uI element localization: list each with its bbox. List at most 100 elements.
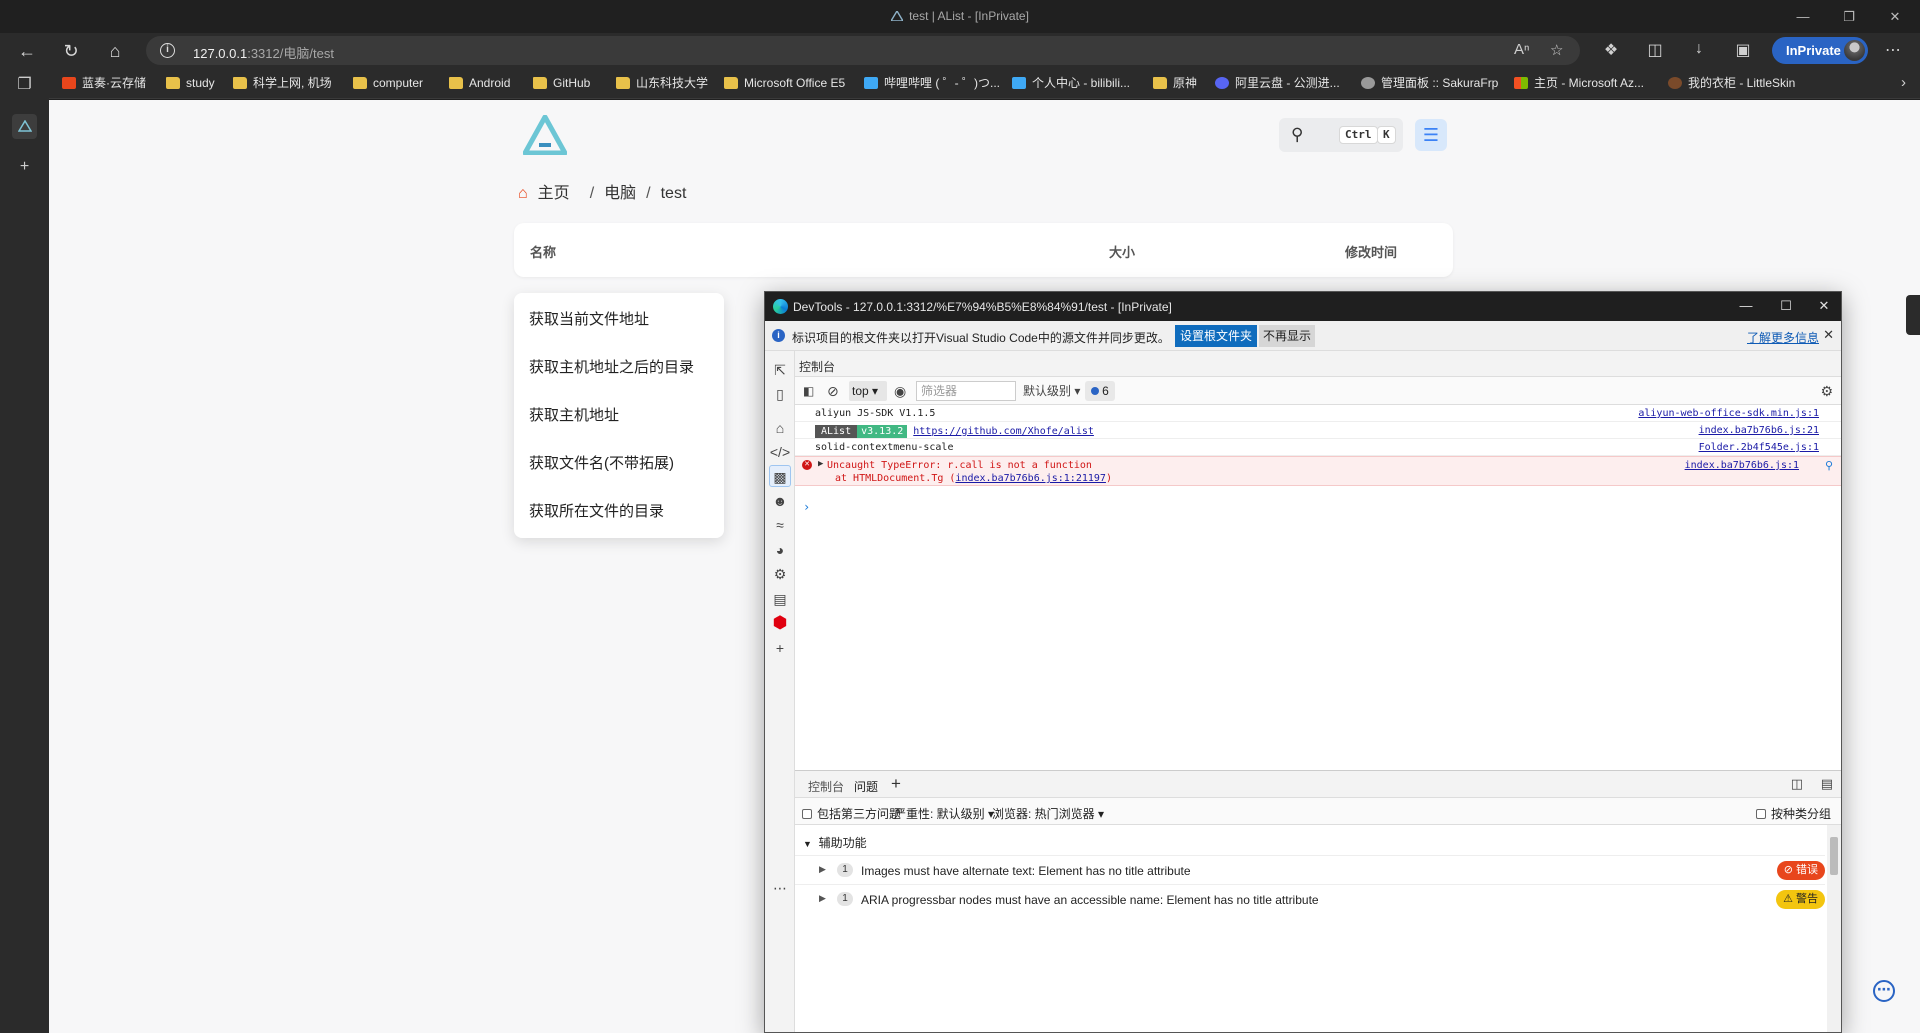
collections-icon[interactable]: ▣ bbox=[1732, 40, 1754, 60]
minimize-button[interactable]: — bbox=[1780, 0, 1826, 33]
context-select[interactable]: top ▾ bbox=[849, 381, 887, 401]
chevron-right-icon[interactable]: › bbox=[1901, 74, 1906, 91]
close-window-button[interactable]: ✕ bbox=[1872, 0, 1918, 33]
column-name[interactable]: 名称 bbox=[530, 242, 556, 261]
split-screen-icon[interactable]: ◫ bbox=[1644, 40, 1666, 60]
url-field[interactable]: i 127.0.0.1:3312/电脑/test Aⁿ ☆ bbox=[146, 36, 1580, 65]
download-icon[interactable]: ↓ bbox=[1688, 40, 1710, 58]
expand-triangle-icon[interactable]: ▶ bbox=[819, 864, 826, 875]
filter-input[interactable]: 筛选器 bbox=[916, 381, 1016, 401]
alist-tab-vertical[interactable] bbox=[12, 114, 37, 139]
console-settings-gear-icon[interactable]: ⚙ bbox=[1820, 382, 1833, 400]
add-tab-icon[interactable]: + bbox=[891, 774, 901, 794]
device-emulation-icon[interactable]: ▯ bbox=[769, 383, 791, 405]
severity-select[interactable]: 严重性: 默认级别 ▾ bbox=[894, 805, 994, 822]
maximize-button[interactable]: ☐ bbox=[1771, 298, 1801, 314]
bookmark-item[interactable]: GitHub bbox=[533, 75, 590, 92]
network-wifi-icon[interactable]: ≈ bbox=[769, 514, 791, 536]
bookmark-item[interactable]: 个人中心 - bilibili... bbox=[1012, 75, 1130, 92]
column-modified[interactable]: 修改时间 bbox=[1345, 242, 1397, 261]
elements-icon[interactable]: </> bbox=[769, 441, 791, 463]
browser-select[interactable]: 浏览器: 热门浏览器 ▾ bbox=[992, 805, 1104, 822]
issues-count-badge[interactable]: 6 bbox=[1085, 381, 1115, 401]
bookmark-item[interactable]: 蓝奏·云存储 bbox=[62, 75, 146, 92]
chat-icon[interactable]: ⋯ bbox=[1873, 980, 1895, 1002]
minimize-button[interactable]: — bbox=[1731, 298, 1761, 313]
bookmark-item[interactable]: Android bbox=[449, 75, 510, 92]
live-expression-eye-icon[interactable]: ◉ bbox=[894, 382, 906, 400]
inprivate-button[interactable]: InPrivate bbox=[1772, 37, 1868, 64]
bookmark-item[interactable]: 哔哩哔哩 ( ゜- ゜)つ... bbox=[864, 75, 1000, 92]
menu-item[interactable]: 获取主机地址之后的目录 bbox=[529, 356, 694, 377]
search-button[interactable]: ⚲ Ctrl K bbox=[1279, 118, 1403, 152]
menu-item[interactable]: 获取当前文件地址 bbox=[529, 308, 649, 329]
adblock-icon[interactable]: ⬢ bbox=[769, 612, 791, 634]
alist-logo[interactable] bbox=[523, 115, 567, 155]
performance-icon[interactable]: ◕ bbox=[769, 539, 791, 561]
bookmark-item[interactable]: study bbox=[166, 75, 215, 92]
column-size[interactable]: 大小 bbox=[1109, 242, 1135, 261]
close-icon[interactable]: ✕ bbox=[1823, 327, 1834, 343]
menu-item[interactable]: 获取所在文件的目录 bbox=[529, 500, 664, 521]
github-link[interactable]: https://github.com/Xhofe/alist bbox=[913, 426, 1094, 437]
info-icon[interactable]: i bbox=[160, 43, 175, 58]
bookmark-item[interactable]: 山东科技大学 bbox=[616, 75, 708, 92]
issue-group-accessibility[interactable]: ▼ 辅助功能 bbox=[803, 834, 867, 851]
scrollbar-thumb[interactable] bbox=[1830, 837, 1838, 875]
bookmark-item[interactable]: 阿里云盘 - 公测进... bbox=[1215, 75, 1340, 92]
expand-triangle-icon[interactable]: ▶ bbox=[819, 893, 826, 904]
drawer-toggle-icon[interactable]: ▤ bbox=[1821, 776, 1833, 792]
group-by-kind-checkbox[interactable]: 按种类分组 bbox=[1755, 805, 1831, 822]
sources-bug-icon[interactable]: ☻ bbox=[769, 490, 791, 512]
extensions-icon[interactable]: ❖ bbox=[1600, 40, 1622, 60]
log-source-link[interactable]: Folder.2b4f545e.js:1 bbox=[1699, 442, 1819, 453]
breadcrumb-item[interactable]: 电脑 bbox=[604, 185, 636, 202]
breadcrumb-current[interactable]: test bbox=[661, 185, 687, 202]
restore-button[interactable]: ❐ bbox=[1826, 0, 1872, 33]
bookmark-item[interactable]: 管理面板 :: SakuraFrp bbox=[1361, 75, 1498, 92]
close-devtools-button[interactable]: ✕ bbox=[1809, 298, 1839, 314]
new-tab-icon[interactable]: + bbox=[12, 154, 37, 179]
back-icon[interactable]: ← bbox=[14, 38, 40, 64]
sidebar-toggle-icon[interactable]: ◧ bbox=[803, 382, 814, 400]
read-aloud-icon[interactable]: Aⁿ bbox=[1514, 41, 1529, 58]
tab-console[interactable]: 控制台 bbox=[808, 778, 844, 795]
bookmark-item[interactable]: Microsoft Office E5 bbox=[724, 75, 845, 92]
log-source-link[interactable]: aliyun-web-office-sdk.min.js:1 bbox=[1638, 408, 1819, 419]
bookmark-item[interactable]: 原神 bbox=[1153, 75, 1197, 92]
favorite-add-icon[interactable]: ☆ bbox=[1550, 41, 1563, 59]
list-view-icon[interactable]: ☰ bbox=[1415, 119, 1447, 151]
more-tools-icon[interactable]: ⋯ bbox=[769, 877, 791, 899]
breadcrumb-home[interactable]: ⌂ 主页 bbox=[518, 185, 580, 202]
log-source-link[interactable]: index.ba7b76b6.js:21 bbox=[1699, 425, 1819, 436]
clear-console-icon[interactable]: ⊘ bbox=[827, 382, 839, 400]
error-source-link[interactable]: index.ba7b76b6.js:1 bbox=[1685, 460, 1799, 471]
bookmark-item[interactable]: computer bbox=[353, 75, 423, 92]
home-icon[interactable]: ⌂ bbox=[102, 38, 128, 64]
set-root-folder-button[interactable]: 设置根文件夹 bbox=[1175, 325, 1258, 347]
menu-item[interactable]: 获取文件名(不带拓展) bbox=[529, 452, 674, 473]
inspect-icon[interactable]: ⇱ bbox=[769, 359, 791, 381]
bookmark-item[interactable]: 我的衣柜 - LittleSkin bbox=[1668, 75, 1795, 92]
issues-scrollbar[interactable] bbox=[1827, 825, 1841, 1032]
dock-icon[interactable]: ◫ bbox=[1791, 776, 1803, 792]
settings-gear-icon[interactable]: ⚙ bbox=[769, 563, 791, 585]
url-text[interactable]: 127.0.0.1:3312/电脑/test bbox=[193, 43, 334, 62]
console-icon[interactable]: ▩ bbox=[769, 465, 791, 487]
tab-actions-icon[interactable]: ❐ bbox=[12, 72, 37, 97]
issue-row[interactable]: ▶ 1 ARIA progressbar nodes must have an … bbox=[795, 884, 1825, 913]
menu-item[interactable]: 获取主机地址 bbox=[529, 404, 619, 425]
third-party-checkbox[interactable]: 包括第三方问题 bbox=[802, 805, 901, 822]
application-icon[interactable]: ▤ bbox=[769, 588, 791, 610]
sidebar-handle[interactable] bbox=[1906, 295, 1920, 335]
error-row[interactable]: ✕ ▶ Uncaught TypeError: r.call is not a … bbox=[795, 456, 1841, 486]
log-levels-select[interactable]: 默认级别 ▾ bbox=[1023, 382, 1080, 400]
search-icon[interactable]: ⚲ bbox=[1825, 459, 1833, 472]
expand-triangle-icon[interactable]: ▶ bbox=[818, 459, 823, 469]
tab-issues[interactable]: 问题 bbox=[854, 778, 878, 795]
more-icon[interactable]: ⋯ bbox=[1882, 40, 1904, 60]
learn-more-link[interactable]: 了解更多信息 bbox=[1747, 329, 1819, 346]
add-tool-icon[interactable]: + bbox=[769, 637, 791, 659]
stack-link[interactable]: index.ba7b76b6.js:1:21197 bbox=[955, 473, 1106, 484]
bookmark-item[interactable]: 科学上网, 机场 bbox=[233, 75, 332, 92]
